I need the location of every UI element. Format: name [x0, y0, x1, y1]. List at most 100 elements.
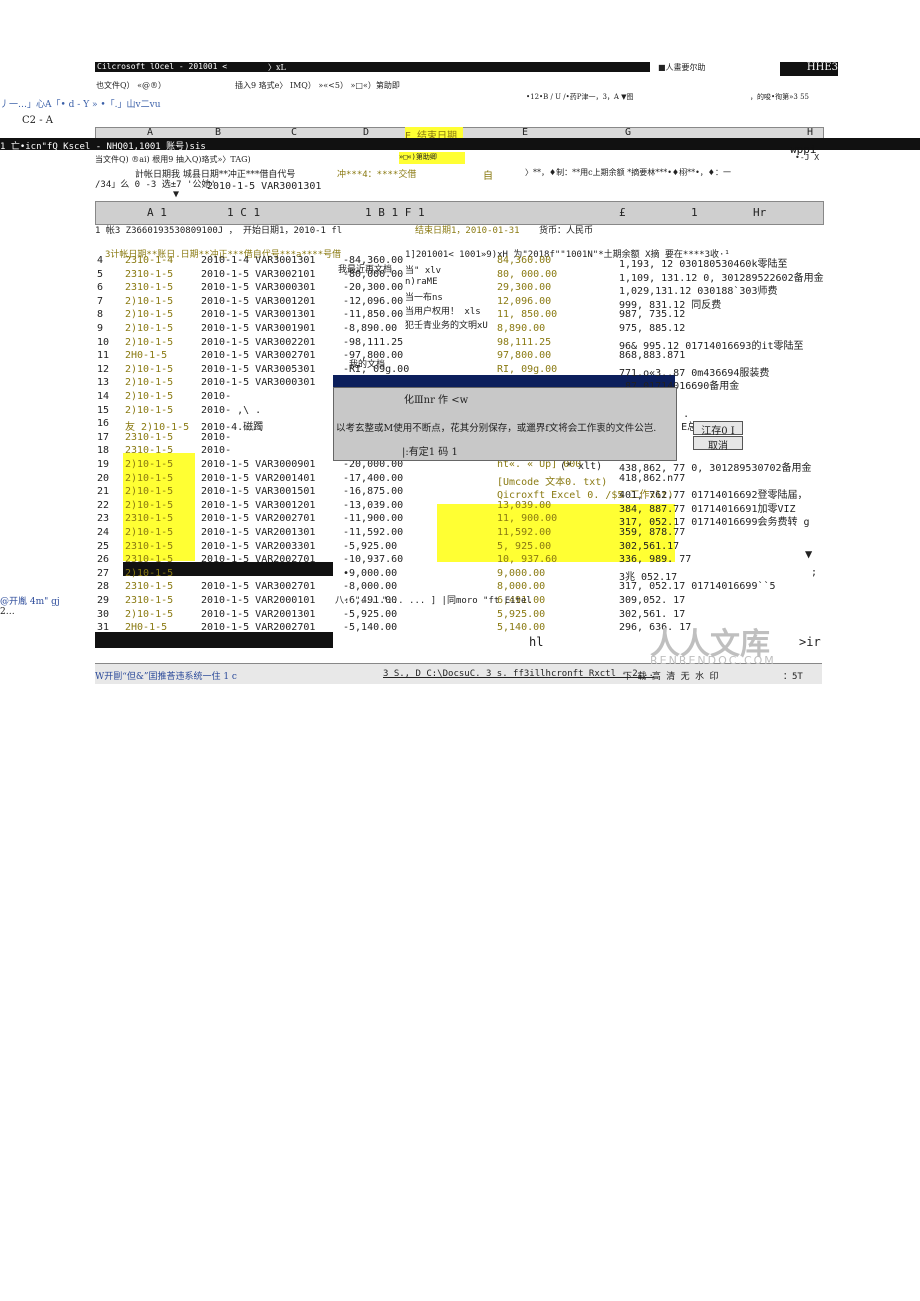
save-dialog[interactable]: 化Ⅲnr 作 <w 以考玄整或M使用不断点，花其分别保存，或邋界f文将会工作衷的… [333, 387, 677, 461]
cell-debit[interactable]: -16,875.00 [343, 486, 403, 497]
cell-debit[interactable]: -8,890.00 [343, 323, 397, 334]
cell-credit[interactable]: 9,000.00 [497, 568, 545, 579]
row-number[interactable]: 26 [97, 554, 109, 565]
cell-date-a[interactable]: 2)10-1-5 [125, 486, 173, 497]
col-header-b[interactable]: B [215, 127, 221, 138]
cell-date-a[interactable]: 2)10-1-5 [125, 609, 173, 620]
cell-debit[interactable]: -84,360.00 [343, 255, 403, 266]
row-number[interactable]: 11 [97, 350, 109, 361]
cell-balance[interactable]: 336, 989. 77 [619, 554, 691, 565]
cell-debit[interactable]: -80,000.00 [343, 269, 403, 280]
cell-date-b[interactable]: 2010-1-5 VAR3001901 [201, 323, 315, 334]
cell-debit[interactable]: -5,925.00 [343, 541, 397, 552]
cell-balance[interactable]: 317, 052.17 01714016699``5 [619, 581, 776, 592]
menu-insert-format[interactable]: 插入9 珞式e〉 IMQ） »«<5） »□«）第助即 [235, 80, 400, 91]
cell-date-b[interactable]: 2010-1-5 VAR3001201 [201, 296, 315, 307]
save-button[interactable]: 江存0 I [693, 421, 743, 437]
cell-credit[interactable]: 29,300.00 [497, 282, 551, 293]
cell-debit[interactable]: -20,300.00 [343, 282, 403, 293]
cell-credit[interactable]: 5,140.00 [497, 622, 545, 633]
table-row[interactable]: 24 2)10-1-5 2010-1-5 VAR2001301 -11,592.00 1… [95, 527, 822, 541]
cell-date-b[interactable]: 2010-1-5 VAR3002701 [201, 581, 315, 592]
col-header-a[interactable]: A [147, 127, 153, 138]
cell-date-b[interactable]: 2010-1-5 VAR3002701 [201, 350, 315, 361]
cell-date-b[interactable]: 2010-1-5 VAR3001501 [201, 486, 315, 497]
start-menu-text[interactable]: W开剾“但&”囯推荅违系统一住 1 c [95, 669, 237, 682]
taskbar-path[interactable]: 3 S., D C:\DocsuC. 3 s. ff3illhcronft Rx… [383, 669, 654, 679]
table-row[interactable]: 23 2310-1-5 2010-1-5 VAR2002701 -11,900.00 1… [95, 513, 822, 528]
row-number[interactable]: 25 [97, 541, 109, 552]
window-badge[interactable]: HHE3 [780, 62, 838, 76]
row-number[interactable]: 17 [97, 432, 109, 443]
cell-date-b[interactable]: 2010-1-5 VAR2003301 [201, 541, 315, 552]
row-number[interactable]: 13 [97, 377, 109, 388]
cell-date-a[interactable]: 2)10-1-5 [125, 500, 173, 511]
row-number[interactable]: 21 [97, 486, 109, 497]
cell-date-b[interactable]: 2010-1-5 VAR3001201 [201, 500, 315, 511]
cell-balance[interactable]: 302,561. 17 [619, 609, 685, 620]
dialog-checkbox[interactable]: |:有定1 码 1 [402, 443, 458, 458]
cell-debit[interactable]: -97,800.00 [343, 350, 403, 361]
cell-date-a[interactable]: 2310-1-5 [125, 432, 173, 443]
cell-credit[interactable]: 11,592.00 [497, 527, 551, 538]
row-number[interactable]: 12 [97, 364, 109, 375]
row-number[interactable]: 4 [97, 255, 103, 266]
cell-date-b[interactable]: 2010-1-5 VAR3005301 [201, 364, 315, 375]
cell-credit[interactable]: 12,096.00 [497, 296, 551, 307]
cell-debit[interactable]: -17,400.00 [343, 473, 403, 484]
cell-credit[interactable]: 11, 900.00 [497, 513, 557, 524]
cell-date-a[interactable]: 2)10-1-5 [125, 568, 173, 579]
cell-debit[interactable]: -8,000.00 [343, 581, 397, 592]
cell-credit[interactable]: 98,111.25 [497, 337, 551, 348]
scroll-arrow-down[interactable]: ▼ [805, 547, 812, 561]
cell-debit[interactable]: -98,111.25 [343, 337, 403, 348]
row-number[interactable]: 24 [97, 527, 109, 538]
cell-date-a[interactable]: 2310-1-5 [125, 541, 173, 552]
cell-date-a[interactable]: 2)10-1-5 [125, 323, 173, 334]
col-header-d[interactable]: D [363, 127, 369, 138]
row-number[interactable]: 30 [97, 609, 109, 620]
row-number[interactable]: 15 [97, 405, 109, 416]
cell-date-a[interactable]: 2)10-1-5 [125, 527, 173, 538]
cell-credit[interactable]: RI, 09g.00 [497, 364, 557, 375]
cell-date-a[interactable]: 2)10-1-5 [125, 391, 173, 402]
row-number[interactable]: 14 [97, 391, 109, 402]
cell-date-a[interactable]: 2H0-1-5 [125, 622, 167, 633]
cell-date-a[interactable]: 2310-1-5 [125, 282, 173, 293]
cell-balance[interactable]: 868,883.871 [619, 350, 685, 361]
left-open-text[interactable]: @开胤 4m" gj [0, 594, 60, 607]
cell-date-b[interactable]: 2010- [201, 391, 231, 402]
second-header-g[interactable]: £ [619, 206, 626, 219]
row-number[interactable]: 22 [97, 500, 109, 511]
row-number[interactable]: 18 [97, 445, 109, 456]
table-row[interactable]: 20 2)10-1-5 2010-1-5 VAR2001401 -17,400.00[… [95, 473, 822, 488]
table-row[interactable]: 7 2)10-1-5 2010-1-5 VAR3001201 -12,096.00 12… [95, 296, 822, 311]
cell-date-a[interactable]: 2310-1-5 [125, 554, 173, 565]
inner-window-controls[interactable]: •-J X [795, 153, 819, 162]
second-header-h1[interactable]: 1 [691, 206, 698, 219]
cell-credit[interactable]: 8,000.00 [497, 581, 545, 592]
row-number[interactable]: 20 [97, 473, 109, 484]
col-header-c[interactable]: C [291, 127, 297, 138]
cell-date-b[interactable]: 2010-1-5 VAR3000301 [201, 282, 315, 293]
row-number[interactable]: 8 [97, 309, 103, 320]
cell-debit[interactable]: -10,937.60 [343, 554, 403, 565]
cell-date-b[interactable]: 2010-1-5 VAR2002701 [201, 554, 315, 565]
row-number[interactable]: 31 [97, 622, 109, 633]
table-row[interactable]: 12 2)10-1-5 2010-1-5 VAR3005301 -RI, 09g.00… [95, 364, 822, 379]
cell-balance[interactable]: 302,561.17 [619, 541, 679, 552]
table-row[interactable]: 4 2310-1-4 2010-1-4 VAR3001301 -84,360.00 84… [95, 255, 822, 270]
cell-date-b[interactable]: 2010-1-5 VAR3000901 [201, 459, 315, 470]
cell-date-a[interactable]: 2310-1-4 [125, 255, 173, 266]
table-row[interactable]: 10 2)10-1-5 2010-1-5 VAR3002201 -98,111.25 9… [95, 337, 822, 352]
cell-debit[interactable]: -11,900.00 [343, 513, 403, 524]
cell-date-a[interactable]: 2310-1-5 [125, 269, 173, 280]
row-number[interactable]: 6 [97, 282, 103, 293]
second-header-a[interactable]: A 1 [147, 206, 167, 219]
cell-balance[interactable]: 309,052. 17 [619, 595, 685, 606]
col-header-g[interactable]: G [625, 127, 631, 138]
cell-date-b[interactable]: 2010-1-5 VAR2001301 [201, 527, 315, 538]
cancel-button[interactable]: 取消 [693, 436, 743, 452]
col-header-e[interactable]: E [522, 127, 528, 138]
cell-date-b[interactable]: 2010-1-5 VAR2002701 [201, 622, 315, 633]
